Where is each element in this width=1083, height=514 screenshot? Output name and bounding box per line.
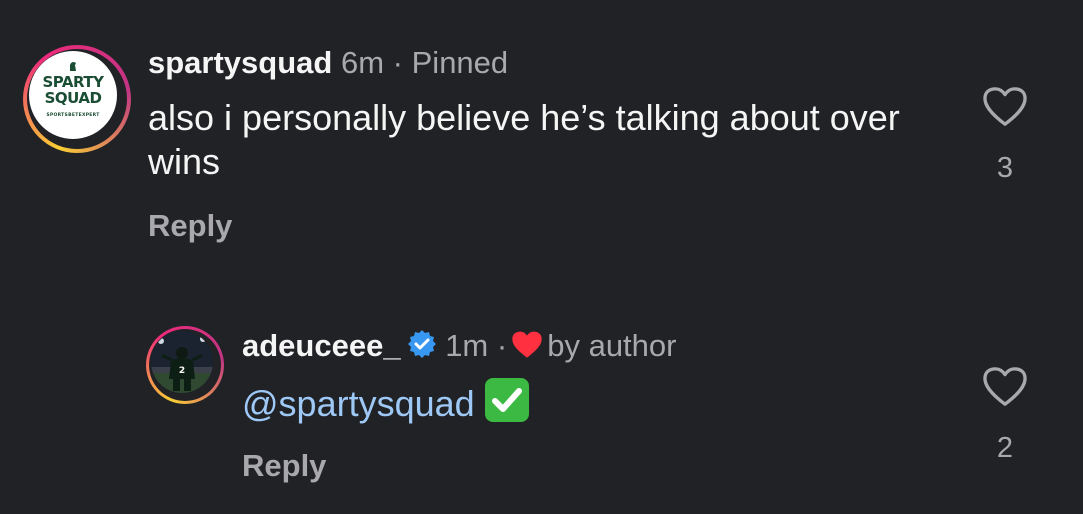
comment-text: @spartysquad bbox=[242, 378, 529, 426]
like-count: 3 bbox=[996, 152, 1014, 184]
avatar-logo-line2: SQUAD bbox=[44, 89, 102, 107]
avatar[interactable]: SPARTY SQUAD SPORTSBETEXPERT bbox=[29, 51, 117, 139]
liked-by-author: by author bbox=[547, 328, 677, 363]
comment-adeuceee: 2 adeuceee_ 1m · by author @spartysquad … bbox=[0, 300, 1083, 514]
avatar-logo-tagline: SPORTSBETEXPERT bbox=[46, 113, 100, 118]
username[interactable]: spartysquad bbox=[148, 45, 332, 80]
mention-link[interactable]: @spartysquad bbox=[242, 383, 475, 424]
avatar[interactable]: 2 bbox=[151, 331, 213, 393]
heart-outline-icon[interactable] bbox=[982, 366, 1028, 408]
avatar-story-ring[interactable]: 2 bbox=[146, 326, 224, 404]
reply-button[interactable]: Reply bbox=[148, 208, 232, 244]
heart-outline-icon[interactable] bbox=[982, 86, 1028, 128]
separator: · bbox=[392, 45, 403, 80]
pinned-badge: Pinned bbox=[411, 45, 509, 80]
like-count: 2 bbox=[996, 432, 1014, 464]
player-photo: 2 bbox=[151, 331, 213, 393]
jersey-number: 2 bbox=[179, 366, 185, 376]
avatar-story-ring[interactable]: SPARTY SQUAD SPORTSBETEXPERT bbox=[23, 45, 131, 153]
reply-button[interactable]: Reply bbox=[242, 448, 326, 484]
heart-filled-icon bbox=[512, 331, 542, 358]
check-mark-emoji-icon bbox=[484, 378, 529, 422]
comment-header: adeuceee_ 1m · by author bbox=[242, 328, 676, 364]
comment-text: also i personally believe he’s talking a… bbox=[148, 97, 900, 182]
timestamp: 6m bbox=[340, 45, 385, 80]
verified-badge-icon bbox=[407, 330, 436, 358]
comment-spartysquad: SPARTY SQUAD SPORTSBETEXPERT spartysquad… bbox=[0, 0, 1083, 260]
timestamp: 1m bbox=[445, 328, 489, 363]
spartan-helmet-icon bbox=[70, 62, 76, 71]
username[interactable]: adeuceee_ bbox=[242, 328, 401, 363]
comment-header: spartysquad 6m · Pinned bbox=[148, 45, 508, 81]
separator: · bbox=[496, 328, 508, 363]
